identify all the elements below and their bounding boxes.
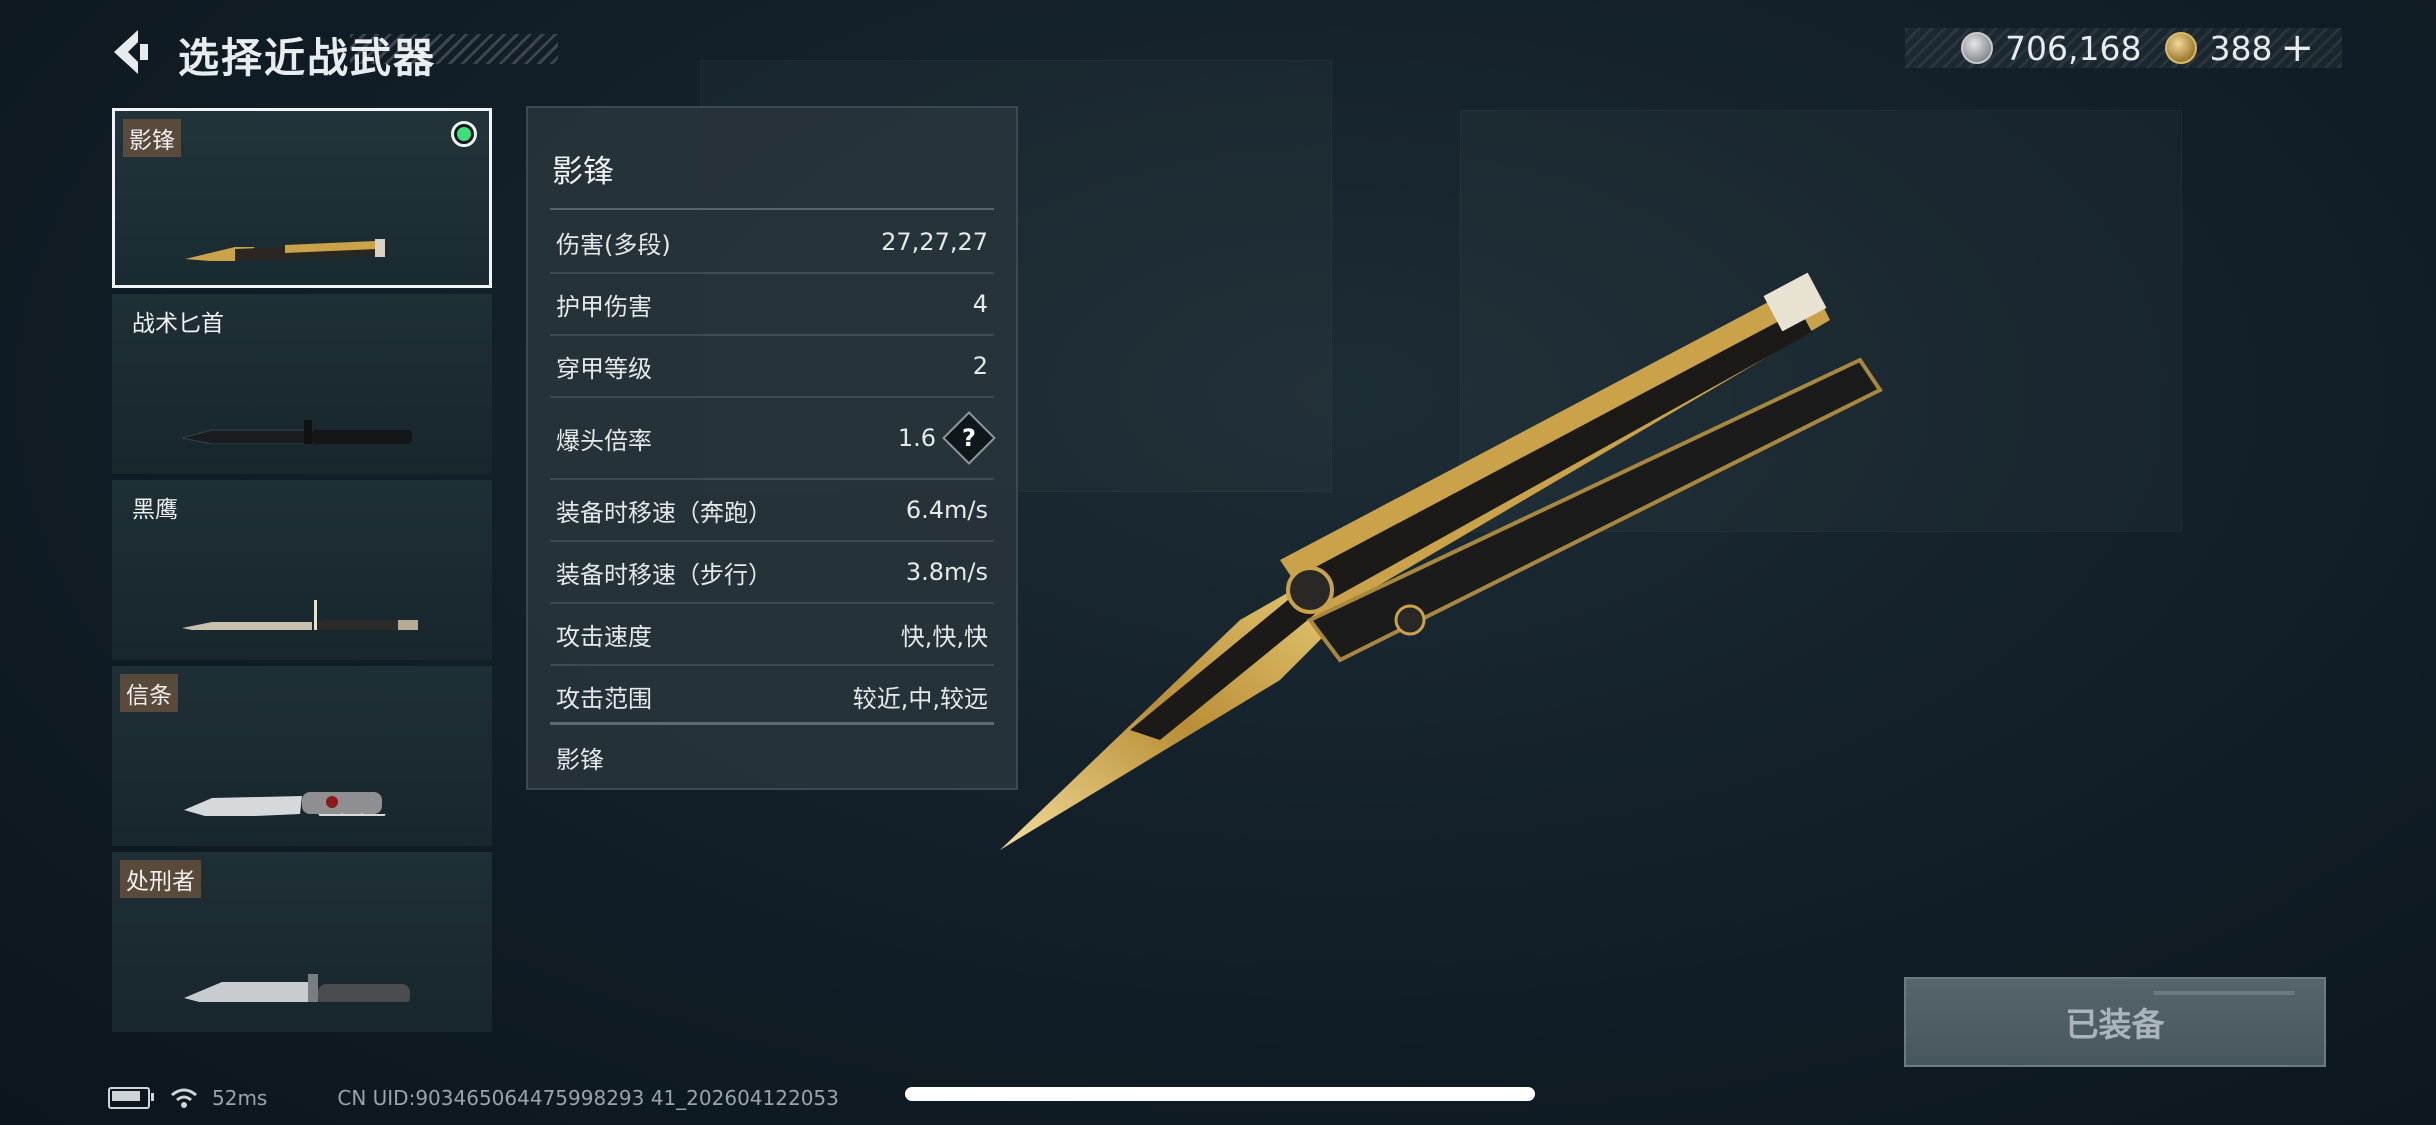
currency-bar: 706,168 388 + (1905, 28, 2342, 68)
gold-coin-icon (2165, 32, 2198, 64)
equipped-label: 已装备 (2065, 1005, 2165, 1044)
weapon-name: 影锋 (123, 119, 181, 157)
stat-label: 装备时移速（奔跑） (556, 498, 772, 527)
detail-weapon-name: 影锋 (552, 154, 614, 190)
button-decoration (2154, 991, 2294, 995)
stat-label: 爆头倍率 (556, 426, 652, 455)
ping-value: 52ms (212, 1086, 268, 1110)
stat-label: 伤害(多段) (556, 230, 671, 259)
weapon-item-creed[interactable]: 信条 (112, 666, 492, 846)
weapon-item-tactical-dagger[interactable]: 战术匕首 (112, 294, 492, 474)
executioner-knife-icon (184, 974, 410, 1002)
stat-row: 穿甲等级 2 (550, 336, 994, 398)
divider (550, 208, 994, 210)
wifi-icon (171, 1088, 197, 1108)
butterfly-knife-icon (185, 239, 387, 261)
weapon-item-executioner[interactable]: 处刑者 (112, 852, 492, 1032)
stat-value: 1.6 (897, 424, 936, 452)
stat-row: 爆头倍率 1.6 ? (550, 398, 996, 480)
stat-label: 装备时移速（步行） (556, 560, 772, 589)
gold-amount: 388 (2209, 28, 2273, 68)
stat-row: 装备时移速（步行） 3.8m/s (550, 542, 994, 604)
stat-row: 攻击速度 快,快,快 (550, 604, 994, 666)
stat-label: 护甲伤害 (556, 292, 652, 321)
stat-row: 攻击范围 较近,中,较远 (550, 666, 994, 726)
stat-label: 穿甲等级 (556, 354, 652, 383)
detail-footer-text: 影锋 (556, 746, 604, 774)
question-mark-icon: ? (962, 423, 976, 452)
battery-icon (108, 1087, 154, 1109)
creed-knife-icon (184, 792, 386, 816)
stat-value: 27,27,27 (881, 228, 988, 256)
selected-indicator-icon (451, 121, 477, 147)
stat-row: 装备时移速（奔跑） 6.4m/s (550, 480, 994, 542)
status-bar: 52ms CN UID:903465064475998293 41_202604… (108, 1086, 839, 1110)
weapon-name: 处刑者 (120, 860, 201, 898)
stat-label: 攻击范围 (556, 684, 652, 713)
weapon-name: 战术匕首 (132, 311, 224, 337)
equipped-button[interactable]: 已装备 (1904, 977, 2326, 1067)
home-indicator[interactable] (905, 1087, 1535, 1101)
black-hawk-knife-icon (182, 600, 418, 630)
uid-text: CN UID:903465064475998293 41_20260412205… (337, 1086, 839, 1110)
stat-value: 较近,中,较远 (852, 684, 988, 713)
weapon-item-shadow-blade[interactable]: 影锋 (112, 108, 492, 288)
tactical-dagger-icon (181, 420, 412, 444)
title-decoration (350, 34, 558, 64)
weapon-detail-panel: 影锋 伤害(多段) 27,27,27 护甲伤害 4 穿甲等级 2 爆头倍率 1.… (526, 106, 1018, 790)
stat-row: 伤害(多段) 27,27,27 (550, 212, 994, 274)
silver-coin-icon (1961, 32, 1993, 64)
divider (550, 722, 994, 725)
weapon-preview-image (1000, 272, 1883, 850)
stat-row: 护甲伤害 4 (550, 274, 994, 336)
add-currency-button[interactable]: + (2280, 28, 2314, 68)
back-chevron-icon[interactable] (108, 28, 152, 76)
weapon-item-black-hawk[interactable]: 黑鹰 (112, 480, 492, 660)
stat-label: 攻击速度 (556, 622, 652, 651)
weapon-name: 黑鹰 (132, 497, 178, 523)
silver-amount: 706,168 (2005, 28, 2142, 68)
weapon-name: 信条 (120, 674, 178, 712)
